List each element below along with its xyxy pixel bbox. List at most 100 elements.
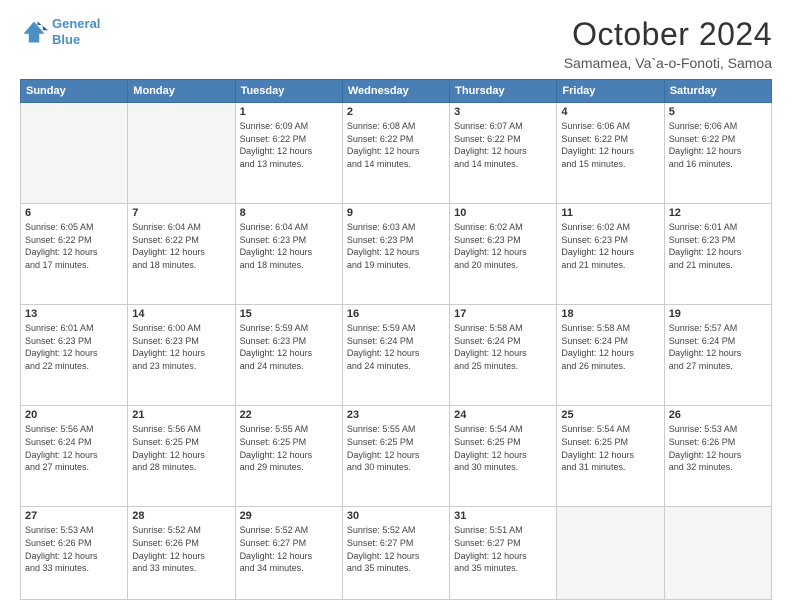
calendar-cell: 20 Sunrise: 5:56 AM Sunset: 6:24 PM Dayli… [21,406,128,507]
logo-icon [20,18,48,46]
header: General Blue October 2024 Samamea, Va`a-… [20,16,772,71]
day-header-sunday: Sunday [21,80,128,103]
day-number: 16 [347,308,445,320]
calendar-week-2: 6Sunrise: 6:05 AM Sunset: 6:22 PM Daylig… [21,204,772,305]
day-info: Sunrise: 6:04 AM Sunset: 6:22 PM Dayligh… [132,221,230,271]
calendar-cell: 30 Sunrise: 5:52 AM Sunset: 6:27 PM Dayli… [342,507,449,600]
day-number: 3 [454,106,552,118]
calendar-cell: 25 Sunrise: 5:54 AM Sunset: 6:25 PM Dayli… [557,406,664,507]
calendar-cell: 17 Sunrise: 5:58 AM Sunset: 6:24 PM Dayli… [450,305,557,406]
calendar-cell: 14 Sunrise: 6:00 AM Sunset: 6:23 PM Dayli… [128,305,235,406]
calendar-cell: 21 Sunrise: 5:56 AM Sunset: 6:25 PM Dayli… [128,406,235,507]
day-number: 15 [240,308,338,320]
calendar-cell: 6Sunrise: 6:05 AM Sunset: 6:22 PM Daylig… [21,204,128,305]
day-info: Sunrise: 6:04 AM Sunset: 6:23 PM Dayligh… [240,221,338,271]
main-title: October 2024 [564,16,772,53]
day-header-thursday: Thursday [450,80,557,103]
day-info: Sunrise: 5:58 AM Sunset: 6:24 PM Dayligh… [561,322,659,372]
calendar-cell: 22 Sunrise: 5:55 AM Sunset: 6:25 PM Dayli… [235,406,342,507]
calendar-cell: 8Sunrise: 6:04 AM Sunset: 6:23 PM Daylig… [235,204,342,305]
calendar-cell: 5Sunrise: 6:06 AM Sunset: 6:22 PM Daylig… [664,103,771,204]
day-number: 4 [561,106,659,118]
calendar-cell [128,103,235,204]
calendar-cell: 28Sunrise: 5:52 AM Sunset: 6:26 PM Dayli… [128,507,235,600]
day-info: Sunrise: 5:54 AM Sunset: 6:25 PM Dayligh… [561,423,659,473]
calendar-cell: 16 Sunrise: 5:59 AM Sunset: 6:24 PM Dayli… [342,305,449,406]
day-number: 31 [454,510,552,522]
day-info: Sunrise: 6:00 AM Sunset: 6:23 PM Dayligh… [132,322,230,372]
calendar-cell: 27 Sunrise: 5:53 AM Sunset: 6:26 PM Dayli… [21,507,128,600]
day-number: 22 [240,409,338,421]
calendar-cell: 12Sunrise: 6:01 AM Sunset: 6:23 PM Dayli… [664,204,771,305]
logo: General Blue [20,16,100,47]
day-info: Sunrise: 6:02 AM Sunset: 6:23 PM Dayligh… [561,221,659,271]
day-header-saturday: Saturday [664,80,771,103]
day-info: Sunrise: 5:53 AM Sunset: 6:26 PM Dayligh… [669,423,767,473]
day-header-friday: Friday [557,80,664,103]
calendar-cell: 18 Sunrise: 5:58 AM Sunset: 6:24 PM Dayli… [557,305,664,406]
day-number: 9 [347,207,445,219]
day-info: Sunrise: 6:09 AM Sunset: 6:22 PM Dayligh… [240,120,338,170]
day-number: 6 [25,207,123,219]
day-number: 18 [561,308,659,320]
day-number: 21 [132,409,230,421]
page: General Blue October 2024 Samamea, Va`a-… [0,0,792,612]
day-info: Sunrise: 5:56 AM Sunset: 6:25 PM Dayligh… [132,423,230,473]
day-info: Sunrise: 5:57 AM Sunset: 6:24 PM Dayligh… [669,322,767,372]
calendar-cell: 10Sunrise: 6:02 AM Sunset: 6:23 PM Dayli… [450,204,557,305]
day-number: 5 [669,106,767,118]
calendar-cell: 11Sunrise: 6:02 AM Sunset: 6:23 PM Dayli… [557,204,664,305]
day-info: Sunrise: 5:55 AM Sunset: 6:25 PM Dayligh… [347,423,445,473]
day-info: Sunrise: 6:08 AM Sunset: 6:22 PM Dayligh… [347,120,445,170]
day-number: 27 [25,510,123,522]
day-info: Sunrise: 5:59 AM Sunset: 6:24 PM Dayligh… [347,322,445,372]
day-info: Sunrise: 6:01 AM Sunset: 6:23 PM Dayligh… [669,221,767,271]
calendar-cell: 9 Sunrise: 6:03 AM Sunset: 6:23 PM Daylig… [342,204,449,305]
day-info: Sunrise: 6:07 AM Sunset: 6:22 PM Dayligh… [454,120,552,170]
day-number: 24 [454,409,552,421]
calendar-cell [21,103,128,204]
day-info: Sunrise: 6:03 AM Sunset: 6:23 PM Dayligh… [347,221,445,271]
day-info: Sunrise: 5:59 AM Sunset: 6:23 PM Dayligh… [240,322,338,372]
day-info: Sunrise: 5:55 AM Sunset: 6:25 PM Dayligh… [240,423,338,473]
day-number: 13 [25,308,123,320]
header-row: SundayMondayTuesdayWednesdayThursdayFrid… [21,80,772,103]
day-info: Sunrise: 5:58 AM Sunset: 6:24 PM Dayligh… [454,322,552,372]
calendar-cell [557,507,664,600]
day-number: 26 [669,409,767,421]
day-info: Sunrise: 5:52 AM Sunset: 6:27 PM Dayligh… [347,524,445,574]
calendar-cell: 4 Sunrise: 6:06 AM Sunset: 6:22 PM Daylig… [557,103,664,204]
day-info: Sunrise: 6:01 AM Sunset: 6:23 PM Dayligh… [25,322,123,372]
day-header-wednesday: Wednesday [342,80,449,103]
day-number: 2 [347,106,445,118]
day-info: Sunrise: 6:02 AM Sunset: 6:23 PM Dayligh… [454,221,552,271]
day-info: Sunrise: 5:52 AM Sunset: 6:27 PM Dayligh… [240,524,338,574]
calendar-week-5: 27 Sunrise: 5:53 AM Sunset: 6:26 PM Dayli… [21,507,772,600]
calendar-cell: 7Sunrise: 6:04 AM Sunset: 6:22 PM Daylig… [128,204,235,305]
day-number: 25 [561,409,659,421]
calendar-cell: 15 Sunrise: 5:59 AM Sunset: 6:23 PM Dayli… [235,305,342,406]
day-number: 20 [25,409,123,421]
logo-text: General Blue [52,16,100,47]
day-number: 17 [454,308,552,320]
subtitle: Samamea, Va`a-o-Fonoti, Samoa [564,55,772,71]
day-number: 23 [347,409,445,421]
calendar-body: 1Sunrise: 6:09 AM Sunset: 6:22 PM Daylig… [21,103,772,600]
title-block: October 2024 Samamea, Va`a-o-Fonoti, Sam… [564,16,772,71]
calendar-cell: 3 Sunrise: 6:07 AM Sunset: 6:22 PM Daylig… [450,103,557,204]
calendar-cell: 29 Sunrise: 5:52 AM Sunset: 6:27 PM Dayli… [235,507,342,600]
logo-line2: Blue [52,32,80,47]
calendar-cell: 1Sunrise: 6:09 AM Sunset: 6:22 PM Daylig… [235,103,342,204]
day-info: Sunrise: 5:53 AM Sunset: 6:26 PM Dayligh… [25,524,123,574]
logo-line1: General [52,16,100,31]
day-number: 30 [347,510,445,522]
day-info: Sunrise: 6:06 AM Sunset: 6:22 PM Dayligh… [561,120,659,170]
day-number: 28 [132,510,230,522]
calendar-week-3: 13 Sunrise: 6:01 AM Sunset: 6:23 PM Dayli… [21,305,772,406]
day-number: 14 [132,308,230,320]
day-info: Sunrise: 5:54 AM Sunset: 6:25 PM Dayligh… [454,423,552,473]
day-info: Sunrise: 5:56 AM Sunset: 6:24 PM Dayligh… [25,423,123,473]
calendar-week-1: 1Sunrise: 6:09 AM Sunset: 6:22 PM Daylig… [21,103,772,204]
calendar-header: SundayMondayTuesdayWednesdayThursdayFrid… [21,80,772,103]
day-number: 29 [240,510,338,522]
